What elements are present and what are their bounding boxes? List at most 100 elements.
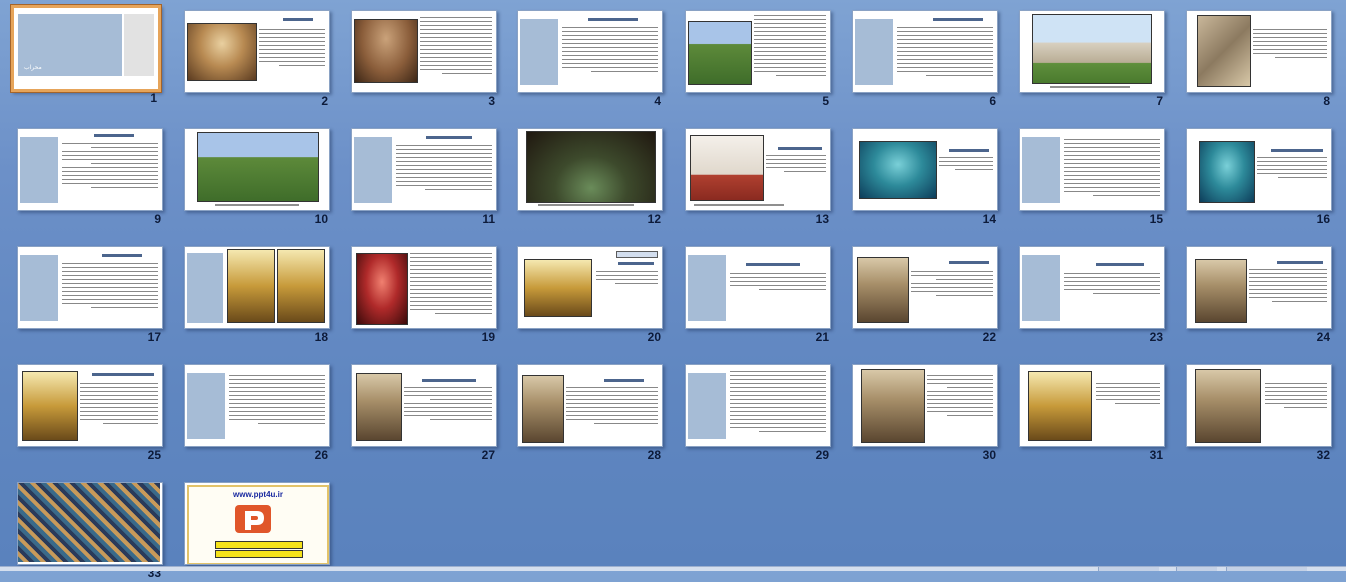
slide-thumbnail-9[interactable]: 9 [17,128,165,228]
slide-number-24: 24 [1316,330,1330,344]
slide-thumbnail-3[interactable]: 3 [351,10,499,110]
slide-20-subheading [618,262,654,265]
slide-4-preview[interactable] [517,10,663,93]
slide-number-30: 30 [982,448,996,462]
slide-thumbnail-14[interactable]: 14 [852,128,1000,228]
slide-thumbnail-19[interactable]: 19 [351,246,499,346]
slide-26-text [229,375,325,427]
slide-33-preview[interactable] [17,482,163,565]
slide-thumbnail-31[interactable]: 31 [1019,364,1167,464]
slide-thumbnail-15[interactable]: 15 [1019,128,1167,228]
slide-thumbnail-11[interactable]: 11 [351,128,499,228]
slide-26-preview[interactable] [184,364,330,447]
slide-8-text [1253,29,1327,61]
slide-thumbnail-30[interactable]: 30 [852,364,1000,464]
powerpoint-logo-icon [235,505,271,533]
slide-25-preview[interactable] [17,364,163,447]
slide-30-preview[interactable] [852,364,998,447]
slide-10-preview[interactable] [184,128,330,211]
slide-thumbnail-23[interactable]: 23 [1019,246,1167,346]
slide-thumbnail-21[interactable]: 21 [685,246,833,346]
slide-28-preview[interactable] [517,364,663,447]
slide-number-10: 10 [314,212,328,226]
slide-thumbnail-24[interactable]: 24 [1186,246,1334,346]
slide-thumbnail-27[interactable]: 27 [351,364,499,464]
slide-14-preview[interactable] [852,128,998,211]
slide-number-11: 11 [482,212,495,226]
slide-2-text [259,29,325,69]
status-bar [0,566,1346,571]
slide-23-preview[interactable] [1019,246,1165,329]
slide-8-preview[interactable] [1186,10,1332,93]
slide-17-heading [102,254,142,257]
slide-7-photo [1032,14,1152,84]
slide-18-photo-left [227,249,275,323]
slide-thumbnail-18[interactable]: 18 [184,246,332,346]
slide-31-preview[interactable] [1019,364,1165,447]
slide-13-preview[interactable] [685,128,831,211]
slide-19-preview[interactable] [351,246,497,329]
slide-thumbnail-25[interactable]: 25 [17,364,165,464]
slide-number-23: 23 [1149,330,1163,344]
slide-thumbnail-6[interactable]: 6 [852,10,1000,110]
slide-6-preview[interactable] [852,10,998,93]
slide-thumbnail-20[interactable]: 20 [517,246,665,346]
slide-thumbnail-12[interactable]: 12 [517,128,665,228]
slide-20-preview[interactable] [517,246,663,329]
slide-17-side-block [20,255,58,321]
slide-29-preview[interactable] [685,364,831,447]
slide-6-text [897,27,993,79]
slide-number-3: 3 [488,94,495,108]
slide-thumbnail-1[interactable]: محراب 1 [11,5,161,107]
slide-7-caption [1050,86,1130,88]
slide-thumbnail-10[interactable]: 10 [184,128,332,228]
slide-thumbnail-5[interactable]: 5 [685,10,833,110]
slide-18-side-block [187,253,223,323]
slide-34-contact-bar-1 [215,541,303,549]
slide-thumbnail-13[interactable]: 13 [685,128,833,228]
slide-5-preview[interactable] [685,10,831,93]
slide-thumbnail-26[interactable]: 26 [184,364,332,464]
slide-13-caption [694,204,784,206]
slide-23-side-block [1022,255,1060,321]
slide-number-27: 27 [481,448,495,462]
slide-thumbnail-17[interactable]: 17 [17,246,165,346]
slide-28-photo [522,375,564,443]
slide-4-text [562,27,658,75]
slide-27-photo [356,373,402,441]
slide-thumbnail-2[interactable]: 2 [184,10,332,110]
status-bar-segment [1176,567,1217,571]
slide-34-preview[interactable]: www.ppt4u.ir [184,482,330,565]
slide-12-preview[interactable] [517,128,663,211]
slide-22-text [911,271,993,299]
slide-27-preview[interactable] [351,364,497,447]
slide-thumbnail-28[interactable]: 28 [517,364,665,464]
slide-thumbnail-29[interactable]: 29 [685,364,833,464]
slide-thumbnail-8[interactable]: 8 [1186,10,1334,110]
slide-17-preview[interactable] [17,246,163,329]
slide-9-preview[interactable] [17,128,163,211]
slide-thumbnail-22[interactable]: 22 [852,246,1000,346]
slide-24-heading [1277,261,1323,264]
slide-32-preview[interactable] [1186,364,1332,447]
slide-28-text [566,387,658,427]
slide-thumbnail-32[interactable]: 32 [1186,364,1334,464]
slide-1-preview[interactable]: محراب [11,5,161,92]
zoom-slider[interactable] [1226,567,1307,571]
slide-2-preview[interactable] [184,10,330,93]
slide-3-preview[interactable] [351,10,497,93]
slide-11-preview[interactable] [351,128,497,211]
slide-16-preview[interactable] [1186,128,1332,211]
slide-9-text [62,143,158,191]
slide-7-preview[interactable] [1019,10,1165,93]
slide-12-caption [538,204,634,206]
slide-thumbnail-7[interactable]: 7 [1019,10,1167,110]
slide-thumbnail-16[interactable]: 16 [1186,128,1334,228]
slide-21-preview[interactable] [685,246,831,329]
slide-5-text [754,15,826,79]
slide-15-preview[interactable] [1019,128,1165,211]
slide-18-preview[interactable] [184,246,330,329]
slide-22-preview[interactable] [852,246,998,329]
slide-thumbnail-4[interactable]: 4 [517,10,665,110]
slide-24-preview[interactable] [1186,246,1332,329]
